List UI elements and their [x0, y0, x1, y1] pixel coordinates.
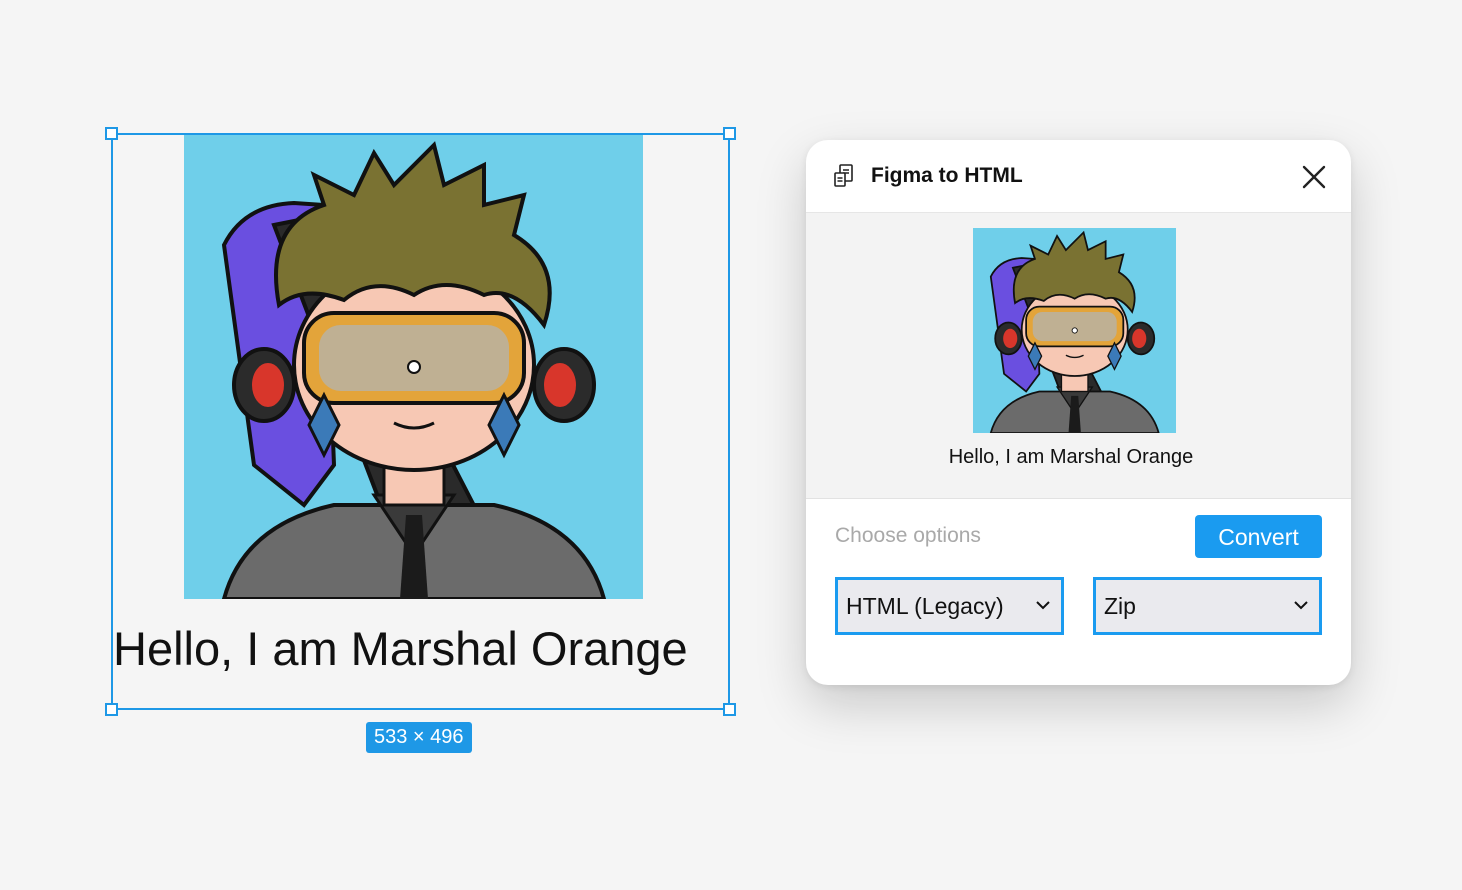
preview-avatar-illustration [973, 228, 1176, 433]
close-icon[interactable] [1299, 162, 1329, 192]
selected-frame[interactable]: Hello, I am Marshal Orange [105, 127, 736, 716]
convert-button[interactable]: Convert [1195, 515, 1322, 558]
size-badge: 533 × 496 [366, 722, 472, 753]
format-select[interactable]: HTML (Legacy) [835, 577, 1064, 635]
chevron-down-icon [1294, 601, 1308, 610]
plugin-file-icon [834, 164, 853, 187]
output-select-value: Zip [1104, 593, 1136, 619]
resize-handle-top-right[interactable] [723, 127, 736, 140]
preview-caption: Hello, I am Marshal Orange [948, 446, 1194, 468]
avatar-image [184, 135, 643, 599]
avatar-illustration [184, 135, 643, 599]
options-label: Choose options [835, 524, 981, 547]
preview-avatar-image [973, 228, 1176, 433]
resize-handle-bottom-left[interactable] [105, 703, 118, 716]
plugin-window: Figma to HTML Hello, I am Marshal Orange… [806, 140, 1351, 685]
plugin-header: Figma to HTML [806, 140, 1351, 213]
frame-caption: Hello, I am Marshal Orange [113, 622, 688, 675]
output-select[interactable]: Zip [1093, 577, 1322, 635]
resize-handle-top-left[interactable] [105, 127, 118, 140]
plugin-title: Figma to HTML [871, 164, 1023, 187]
chevron-down-icon [1036, 601, 1050, 610]
resize-handle-bottom-right[interactable] [723, 703, 736, 716]
preview-area: Hello, I am Marshal Orange [806, 213, 1351, 499]
format-select-value: HTML (Legacy) [846, 593, 1004, 619]
frame-content: Hello, I am Marshal Orange [113, 135, 728, 708]
